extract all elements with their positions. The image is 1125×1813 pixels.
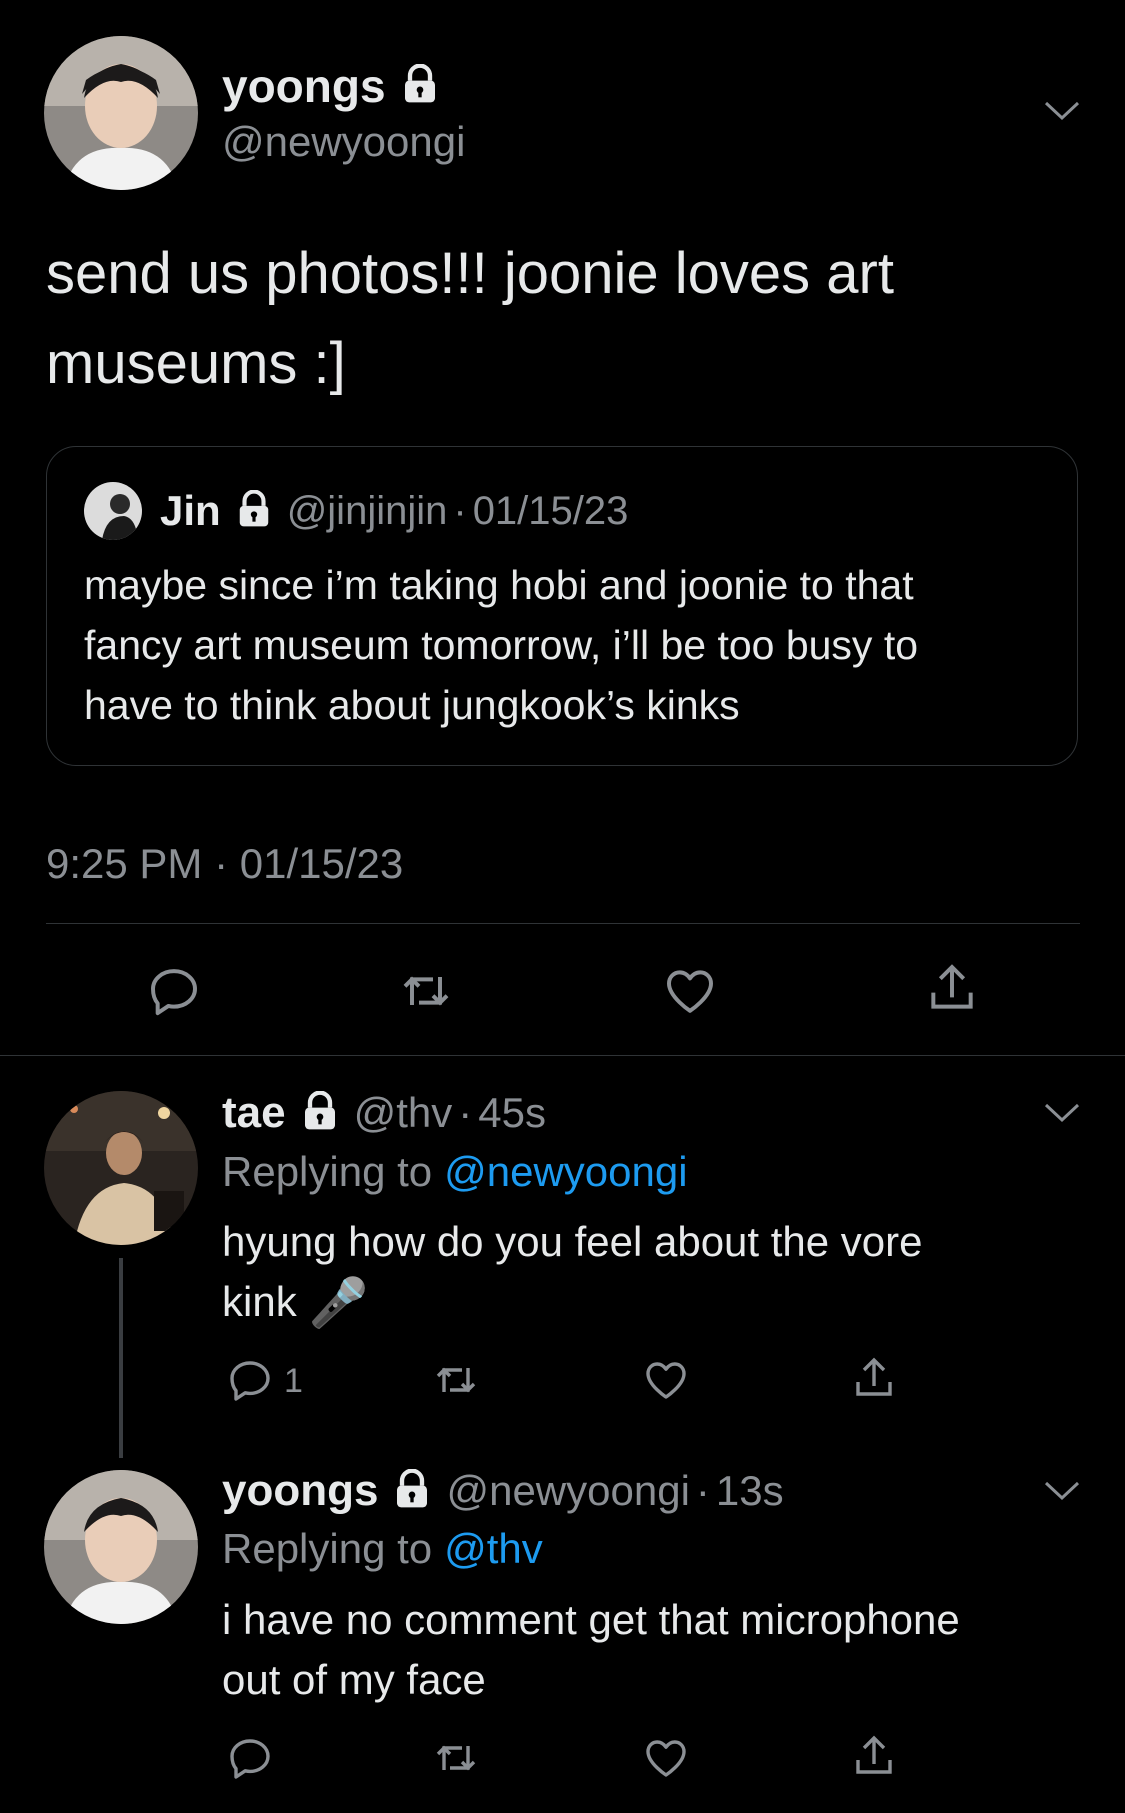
share-icon[interactable]: [850, 1354, 898, 1407]
display-name[interactable]: yoongs: [222, 59, 386, 113]
lock-icon: [235, 489, 273, 533]
separator: ·: [453, 488, 467, 533]
reply-icon[interactable]: [226, 1734, 274, 1787]
display-name[interactable]: tae: [222, 1088, 286, 1138]
like-icon[interactable]: [642, 1356, 690, 1409]
quoted-text-line: have to think about jungkook’s kinks: [84, 682, 740, 728]
avatar-tae[interactable]: [44, 1091, 198, 1245]
share-icon[interactable]: [924, 960, 980, 1021]
reply-time: 13s: [715, 1467, 784, 1514]
divider: [46, 923, 1080, 924]
main-author-row: yoongs: [222, 56, 440, 116]
replying-to-label: Replying to: [222, 1148, 433, 1195]
like-icon[interactable]: [642, 1734, 690, 1787]
reply-text-line: i have no comment get that microphone: [222, 1596, 960, 1643]
replying-to-label: Replying to: [222, 1525, 433, 1572]
chevron-down-icon[interactable]: [1042, 1100, 1082, 1131]
quoted-author-row: Jin @jinjinjin · 01/15/23: [160, 486, 628, 536]
reply-icon[interactable]: [146, 963, 202, 1024]
replying-to-row: Replying to @newyoongi: [222, 1145, 688, 1199]
tweet-text-line: museums :]: [46, 331, 346, 396]
lock-icon: [400, 63, 440, 109]
separator: ·: [458, 1089, 473, 1136]
microphone-emoji: 🎤: [308, 1276, 369, 1330]
chevron-down-icon[interactable]: [1042, 1478, 1082, 1509]
retweet-icon[interactable]: [432, 1734, 480, 1787]
tweet-timestamp[interactable]: 9:25 PM · 01/15/23: [46, 840, 403, 888]
quoted-date: 01/15/23: [472, 488, 629, 533]
handle[interactable]: @newyoongi: [446, 1467, 689, 1515]
quoted-text-line: fancy art museum tomorrow, i’ll be too b…: [84, 622, 919, 668]
reply-text-line: hyung how do you feel about the vore: [222, 1218, 923, 1265]
avatar-yoongs[interactable]: [44, 1470, 198, 1624]
handle[interactable]: @thv: [354, 1089, 453, 1137]
avatar-jin: [84, 482, 142, 540]
reply-time: 45s: [478, 1089, 546, 1136]
reply-count: 1: [284, 1362, 303, 1400]
divider: [0, 1055, 1125, 1056]
reply-text-line: kink: [222, 1278, 297, 1325]
reply2-author-row: yoongs @newyoongi · 13s: [222, 1464, 784, 1518]
replying-to-link[interactable]: @newyoongi: [444, 1148, 687, 1196]
replying-to-link[interactable]: @thv: [444, 1525, 543, 1573]
replying-to-row: Replying to @thv: [222, 1522, 543, 1576]
quoted-display-name: Jin: [160, 487, 221, 534]
reply-text-line-row: kink 🎤: [222, 1274, 368, 1330]
lock-icon: [300, 1090, 340, 1136]
separator: ·: [695, 1467, 710, 1514]
reply1-author-row: tae @thv · 45s: [222, 1086, 546, 1140]
reply-text-line: out of my face: [222, 1656, 486, 1703]
display-name[interactable]: yoongs: [222, 1466, 378, 1516]
quoted-text-line: maybe since i’m taking hobi and joonie t…: [84, 562, 914, 608]
like-icon[interactable]: [662, 963, 718, 1024]
quoted-handle: @jinjinjin: [286, 488, 448, 533]
reply-icon[interactable]: [226, 1356, 274, 1409]
retweet-icon[interactable]: [432, 1356, 480, 1409]
handle[interactable]: @newyoongi: [222, 118, 465, 166]
chevron-down-icon[interactable]: [1042, 98, 1082, 129]
tweet-text-line: send us photos!!! joonie loves art: [46, 241, 894, 306]
share-icon[interactable]: [850, 1732, 898, 1785]
retweet-icon[interactable]: [398, 963, 454, 1024]
thread-line: [119, 1258, 123, 1458]
avatar-yoongs[interactable]: [44, 36, 198, 190]
lock-icon: [392, 1468, 432, 1514]
